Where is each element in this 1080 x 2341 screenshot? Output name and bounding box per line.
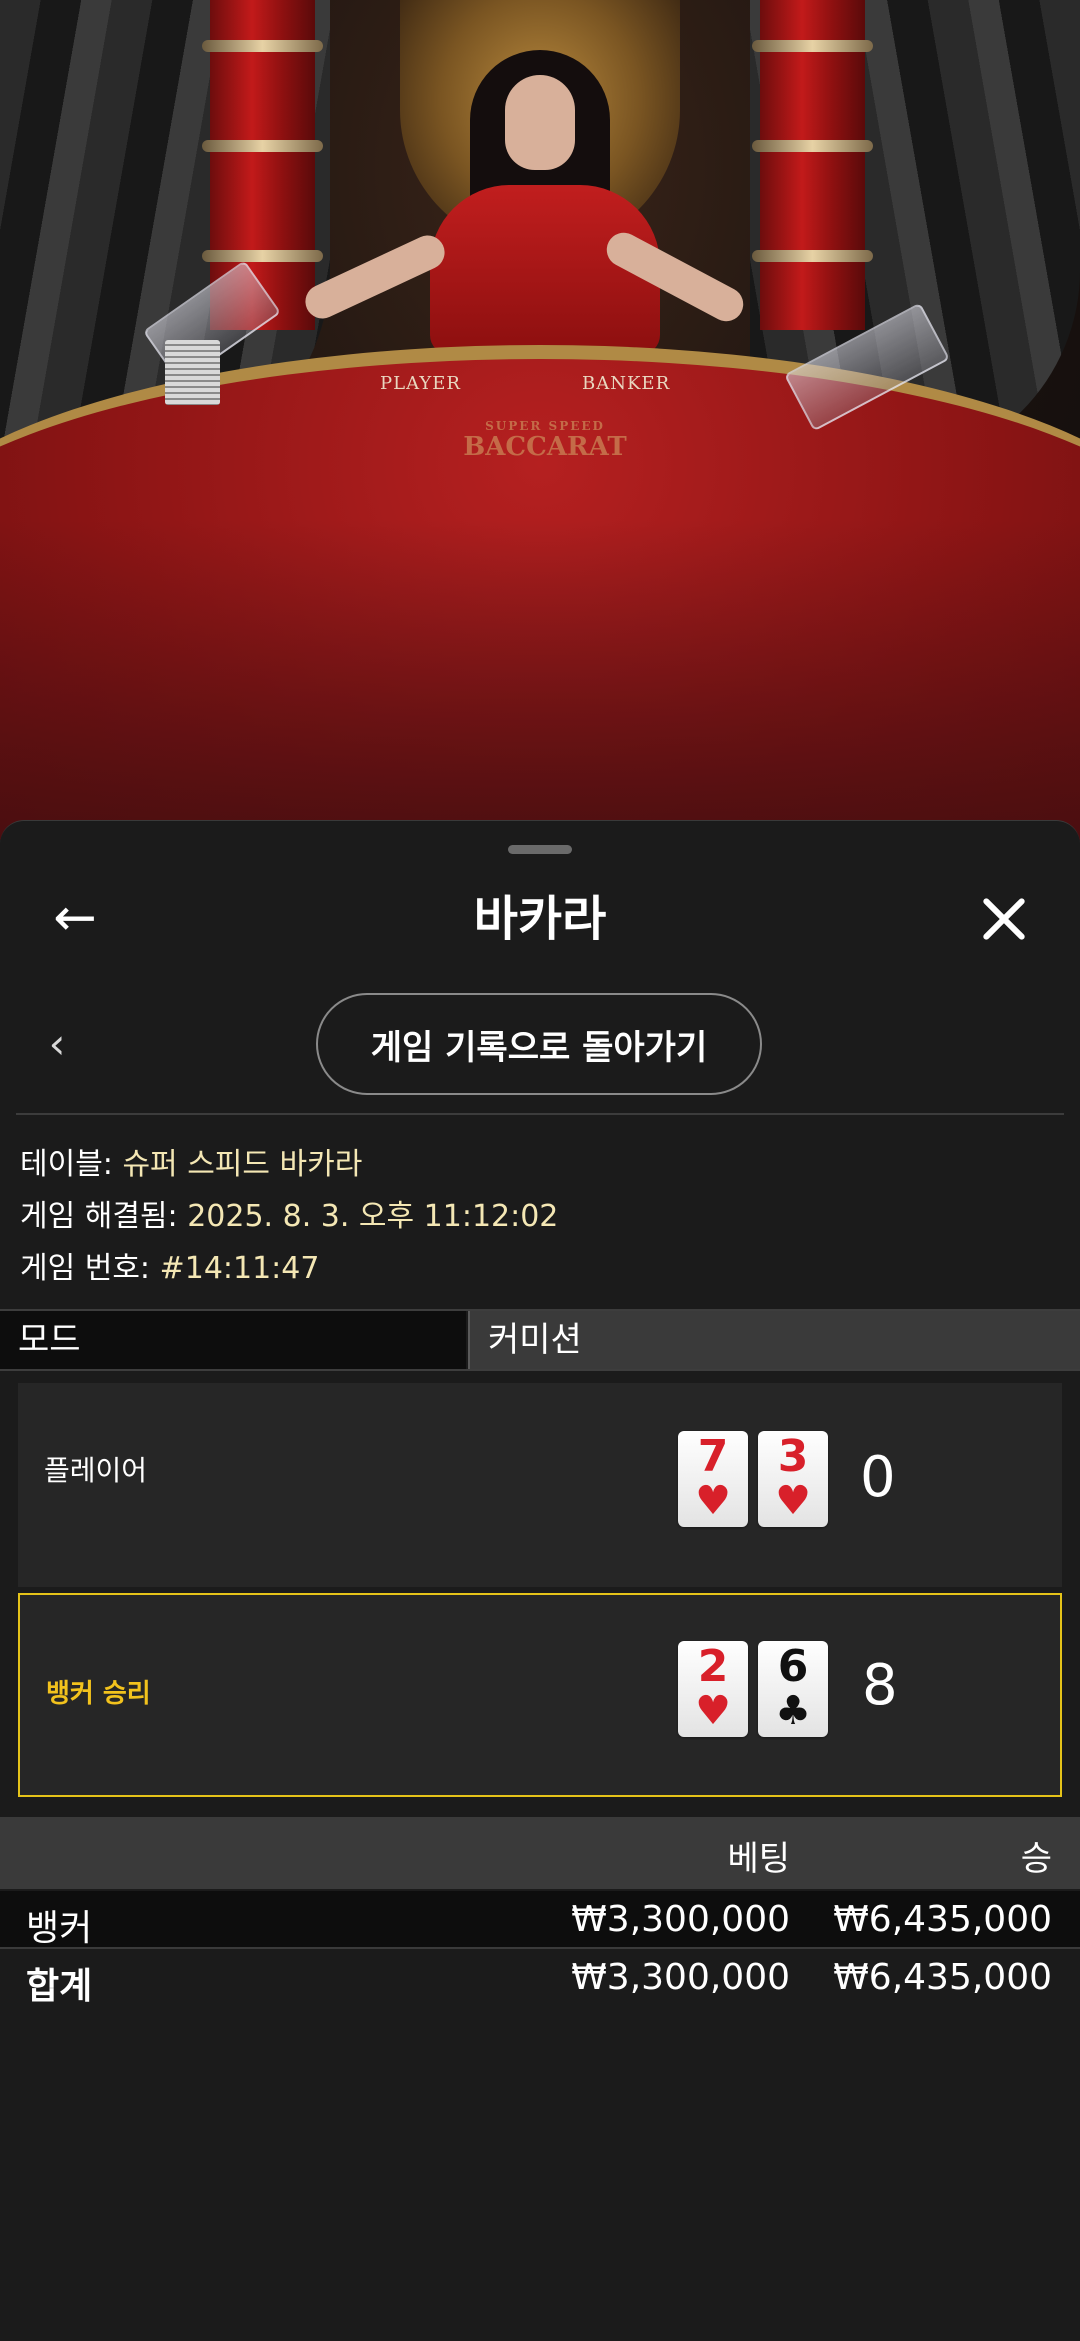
- banker-win-label: 뱅커 승리: [46, 1679, 151, 1709]
- total-bet-amount: ₩3,300,000: [571, 1957, 790, 1998]
- table-label-banker: BANKER: [582, 373, 671, 394]
- tab-commission[interactable]: 커미션: [468, 1311, 1080, 1369]
- table-label-player: PLAYER: [380, 373, 461, 394]
- banker-hand-row: 뱅커 승리 2 ♥ 6 ♣ 8: [18, 1593, 1062, 1797]
- divider: [16, 1113, 1064, 1115]
- table-logo: SUPER SPEED BACCARAT: [463, 419, 627, 462]
- table-row-total: 합계 ₩3,300,000 ₩6,435,000: [0, 1949, 1080, 2007]
- player-label: 플레이어: [44, 1454, 148, 1487]
- page-title: 바카라: [473, 891, 607, 947]
- playing-card: 2 ♥: [678, 1641, 748, 1737]
- mode-tabs: 모드 커미션: [0, 1309, 1080, 1371]
- dealer-face: [505, 75, 575, 170]
- heart-icon: ♥: [775, 1478, 811, 1524]
- info-table: 테이블: 슈퍼 스피드 바카라: [20, 1147, 363, 1182]
- close-icon[interactable]: [980, 895, 1028, 943]
- player-hand-row: 플레이어 7 ♥ 3 ♥ 0: [18, 1383, 1062, 1587]
- heart-icon: ♥: [695, 1478, 731, 1524]
- playing-card: 6 ♣: [758, 1641, 828, 1737]
- bet-name: 뱅커: [26, 1908, 93, 1949]
- player-score: 0: [860, 1445, 896, 1510]
- playing-card: 7 ♥: [678, 1431, 748, 1527]
- round-result: 플레이어 7 ♥ 3 ♥ 0 뱅커 승리 2 ♥ 6 ♣ 8: [18, 1383, 1062, 1803]
- bet-amount: ₩3,300,000: [571, 1899, 790, 1940]
- column-header-bet: 베팅: [727, 1839, 790, 1879]
- game-detail-sheet: ← 바카라 ‹ 게임 기록으로 돌아가기 테이블: 슈퍼 스피드 바카라 게임 …: [0, 820, 1080, 2341]
- pillar-right: [752, 0, 873, 330]
- playing-card: 3 ♥: [758, 1431, 828, 1527]
- total-win-amount: ₩6,435,000: [833, 1957, 1052, 1998]
- tab-mode[interactable]: 모드: [0, 1311, 466, 1369]
- column-header-win: 승: [1020, 1839, 1052, 1879]
- bets-header: 베팅 승: [0, 1817, 1080, 1889]
- info-resolved: 게임 해결됨: 2025. 8. 3. 오후 11:12:02: [20, 1199, 559, 1234]
- back-to-history-button[interactable]: 게임 기록으로 돌아가기: [316, 993, 762, 1095]
- total-label: 합계: [26, 1966, 93, 2007]
- chevron-left-icon[interactable]: ‹: [40, 1023, 74, 1065]
- drag-handle[interactable]: [508, 845, 572, 854]
- card-stack: [165, 340, 220, 405]
- live-video-scene: PLAYER BANKER SUPER SPEED BACCARAT: [0, 0, 1080, 840]
- club-icon: ♣: [775, 1688, 811, 1734]
- info-game-number: 게임 번호: #14:11:47: [20, 1251, 320, 1286]
- heart-icon: ♥: [695, 1688, 731, 1734]
- table-row: 뱅커 ₩3,300,000 ₩6,435,000: [0, 1891, 1080, 1949]
- banker-score: 8: [862, 1653, 898, 1718]
- win-amount: ₩6,435,000: [833, 1899, 1052, 1940]
